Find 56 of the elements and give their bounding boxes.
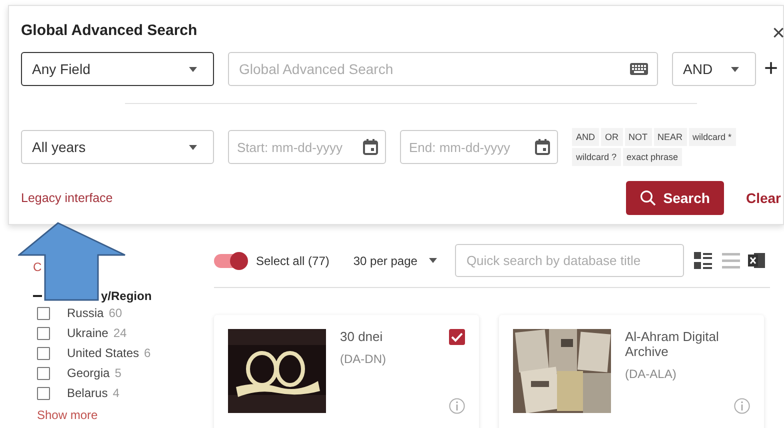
spreadsheet-export-icon[interactable] bbox=[748, 252, 766, 269]
calendar-icon[interactable] bbox=[535, 139, 550, 155]
calendar-icon[interactable] bbox=[363, 139, 378, 155]
database-card[interactable]: Al-Ahram Digital Archive (DA-ALA) bbox=[499, 315, 764, 428]
facet-count: 60 bbox=[108, 306, 122, 320]
show-more-link[interactable]: Show more bbox=[37, 408, 98, 422]
facet-count: 5 bbox=[114, 366, 122, 380]
select-all-label: Select all (77) bbox=[256, 254, 330, 268]
keyboard-icon[interactable] bbox=[630, 63, 648, 75]
toggle-switch[interactable] bbox=[214, 254, 246, 268]
start-date-field[interactable]: Start: mm-dd-yyyy bbox=[228, 130, 386, 164]
search-icon bbox=[640, 190, 656, 206]
checkbox[interactable] bbox=[37, 366, 50, 380]
operator-chip[interactable]: OR bbox=[601, 128, 623, 146]
facet-count: 6 bbox=[144, 346, 151, 360]
facet-label[interactable]: Russia bbox=[67, 306, 104, 320]
info-icon[interactable] bbox=[449, 398, 465, 414]
info-icon[interactable] bbox=[734, 398, 750, 414]
add-row-button[interactable]: + bbox=[764, 57, 778, 81]
quick-search-field[interactable]: Quick search by database title bbox=[455, 244, 684, 277]
year-select[interactable]: All years bbox=[21, 130, 214, 164]
database-card[interactable]: 30 dnei (DA-DN) bbox=[214, 315, 479, 428]
facet-label[interactable]: Belarus bbox=[67, 386, 108, 400]
search-field[interactable]: Global Advanced Search bbox=[228, 52, 658, 86]
database-title[interactable]: Al-Ahram Digital Archive bbox=[625, 329, 745, 359]
end-date-field[interactable]: End: mm-dd-yyyy bbox=[400, 130, 558, 164]
operator-select[interactable]: AND bbox=[672, 52, 756, 86]
database-title[interactable]: 30 dnei bbox=[340, 329, 383, 344]
close-button[interactable]: × bbox=[772, 22, 784, 44]
dialog-title: Global Advanced Search bbox=[21, 22, 198, 38]
checkbox[interactable] bbox=[37, 386, 50, 400]
card-checkbox[interactable] bbox=[449, 329, 465, 345]
facet-label[interactable]: United States bbox=[67, 346, 140, 360]
database-code: (DA-DN) bbox=[340, 352, 386, 366]
legacy-interface-link[interactable]: Legacy interface bbox=[21, 191, 113, 205]
operator-chip[interactable]: NOT bbox=[624, 128, 652, 146]
facet-label[interactable]: Ukraine bbox=[67, 326, 108, 340]
operator-chip[interactable]: wildcard ? bbox=[572, 148, 621, 166]
facet-count: 24 bbox=[113, 326, 127, 340]
operator-chip[interactable]: exact phrase bbox=[622, 148, 682, 166]
operator-chip[interactable]: NEAR bbox=[654, 128, 687, 146]
operator-chip[interactable]: AND bbox=[572, 128, 600, 146]
facet-label[interactable]: Georgia bbox=[67, 366, 110, 380]
facet-count: 4 bbox=[112, 386, 120, 400]
database-code: (DA-ALA) bbox=[625, 367, 676, 381]
checkbox[interactable] bbox=[37, 306, 50, 320]
clear-button[interactable]: Clear bbox=[746, 190, 781, 206]
facet-title: y/Region bbox=[101, 289, 152, 303]
operator-chip[interactable]: wildcard * bbox=[688, 128, 736, 146]
per-page-select[interactable]: 30 per page bbox=[353, 254, 444, 268]
checkbox[interactable] bbox=[37, 326, 50, 340]
checkbox[interactable] bbox=[37, 346, 50, 360]
grid-view-icon[interactable] bbox=[694, 252, 712, 270]
field-select[interactable]: Any Field bbox=[21, 52, 214, 86]
search-button[interactable]: Search bbox=[626, 181, 724, 215]
sidebar-link[interactable]: C bbox=[33, 260, 42, 274]
